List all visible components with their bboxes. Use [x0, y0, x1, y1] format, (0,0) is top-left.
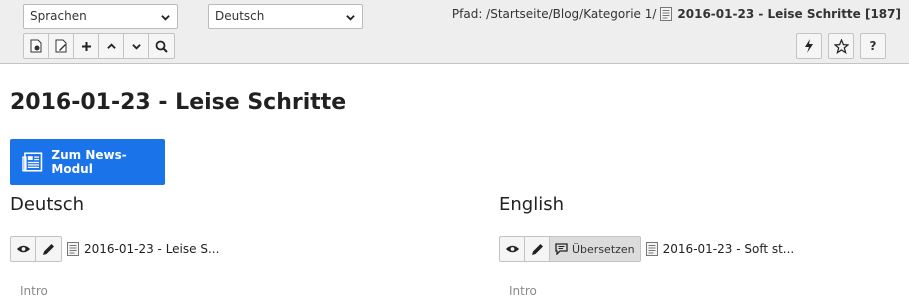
move-down-button[interactable] [124, 34, 149, 58]
column-heading-en: English [499, 194, 564, 215]
pencil-icon [531, 243, 543, 255]
page-edit-icon [55, 39, 66, 53]
view-button[interactable] [11, 237, 36, 261]
pencil-icon [43, 243, 54, 255]
top-toolbar: Sprachen Deutsch Pfad: /Startseite/Blog/… [0, 0, 909, 64]
record-buttons-de [10, 236, 62, 262]
help-label: ? [869, 39, 877, 53]
chevron-up-icon [106, 42, 116, 49]
record-buttons-en: Übersetzen [499, 236, 641, 262]
clear-cache-button[interactable] [796, 33, 822, 59]
edit-button[interactable] [36, 237, 61, 261]
record-title-de[interactable]: 2016-01-23 - Leise S... [84, 242, 219, 256]
translate-button[interactable]: Übersetzen [550, 237, 640, 261]
chevron-down-icon [346, 15, 355, 21]
eye-icon [505, 245, 519, 253]
lightning-icon [805, 39, 813, 53]
plus-icon [81, 41, 91, 51]
breadcrumb: Pfad: /Startseite/Blog/Kategorie 1/ 2016… [452, 7, 901, 21]
edit-button[interactable] [525, 237, 550, 261]
bookmark-button[interactable] [828, 33, 854, 59]
record-row-en: Übersetzen 2016-01-23 - Soft st... [499, 236, 794, 262]
chevron-down-icon [131, 43, 141, 50]
page-icon [67, 242, 79, 256]
page-title: 2016-01-23 - Leise Schritte [10, 90, 347, 115]
news-module-label: Zum News-Modul [51, 148, 127, 176]
news-icon [22, 152, 43, 172]
intro-label-en: Intro [509, 284, 537, 298]
translation-language-select[interactable]: Deutsch [208, 4, 363, 29]
search-button[interactable] [149, 34, 174, 58]
help-button[interactable]: ? [860, 33, 886, 59]
column-heading-de: Deutsch [10, 194, 85, 215]
record-title-en[interactable]: 2016-01-23 - Soft st... [663, 242, 795, 256]
eye-icon [16, 245, 30, 253]
new-record-button[interactable] [74, 34, 99, 58]
chevron-down-icon [161, 15, 170, 21]
preview-page-button[interactable] [24, 34, 49, 58]
news-module-button[interactable]: Zum News-Modul [10, 139, 165, 185]
page-icon [645, 242, 658, 256]
breadcrumb-path: Pfad: /Startseite/Blog/Kategorie 1/ [451, 7, 657, 21]
breadcrumb-record: 2016-01-23 - Leise Schritte [187] [677, 7, 901, 21]
page-preview-icon [30, 39, 41, 53]
language-select-value: Sprachen [30, 9, 87, 23]
record-action-group [23, 33, 175, 59]
view-button[interactable] [500, 237, 525, 261]
move-up-button[interactable] [99, 34, 124, 58]
intro-label-de: Intro [20, 284, 48, 298]
translation-select-value: Deutsch [215, 9, 265, 23]
language-select[interactable]: Sprachen [23, 4, 178, 29]
translate-icon [555, 243, 568, 255]
record-row-de: 2016-01-23 - Leise S... [10, 236, 219, 262]
search-icon [155, 40, 168, 53]
page-icon [660, 7, 673, 21]
star-icon [833, 38, 849, 54]
translate-label: Übersetzen [572, 242, 635, 256]
edit-page-button[interactable] [49, 34, 74, 58]
